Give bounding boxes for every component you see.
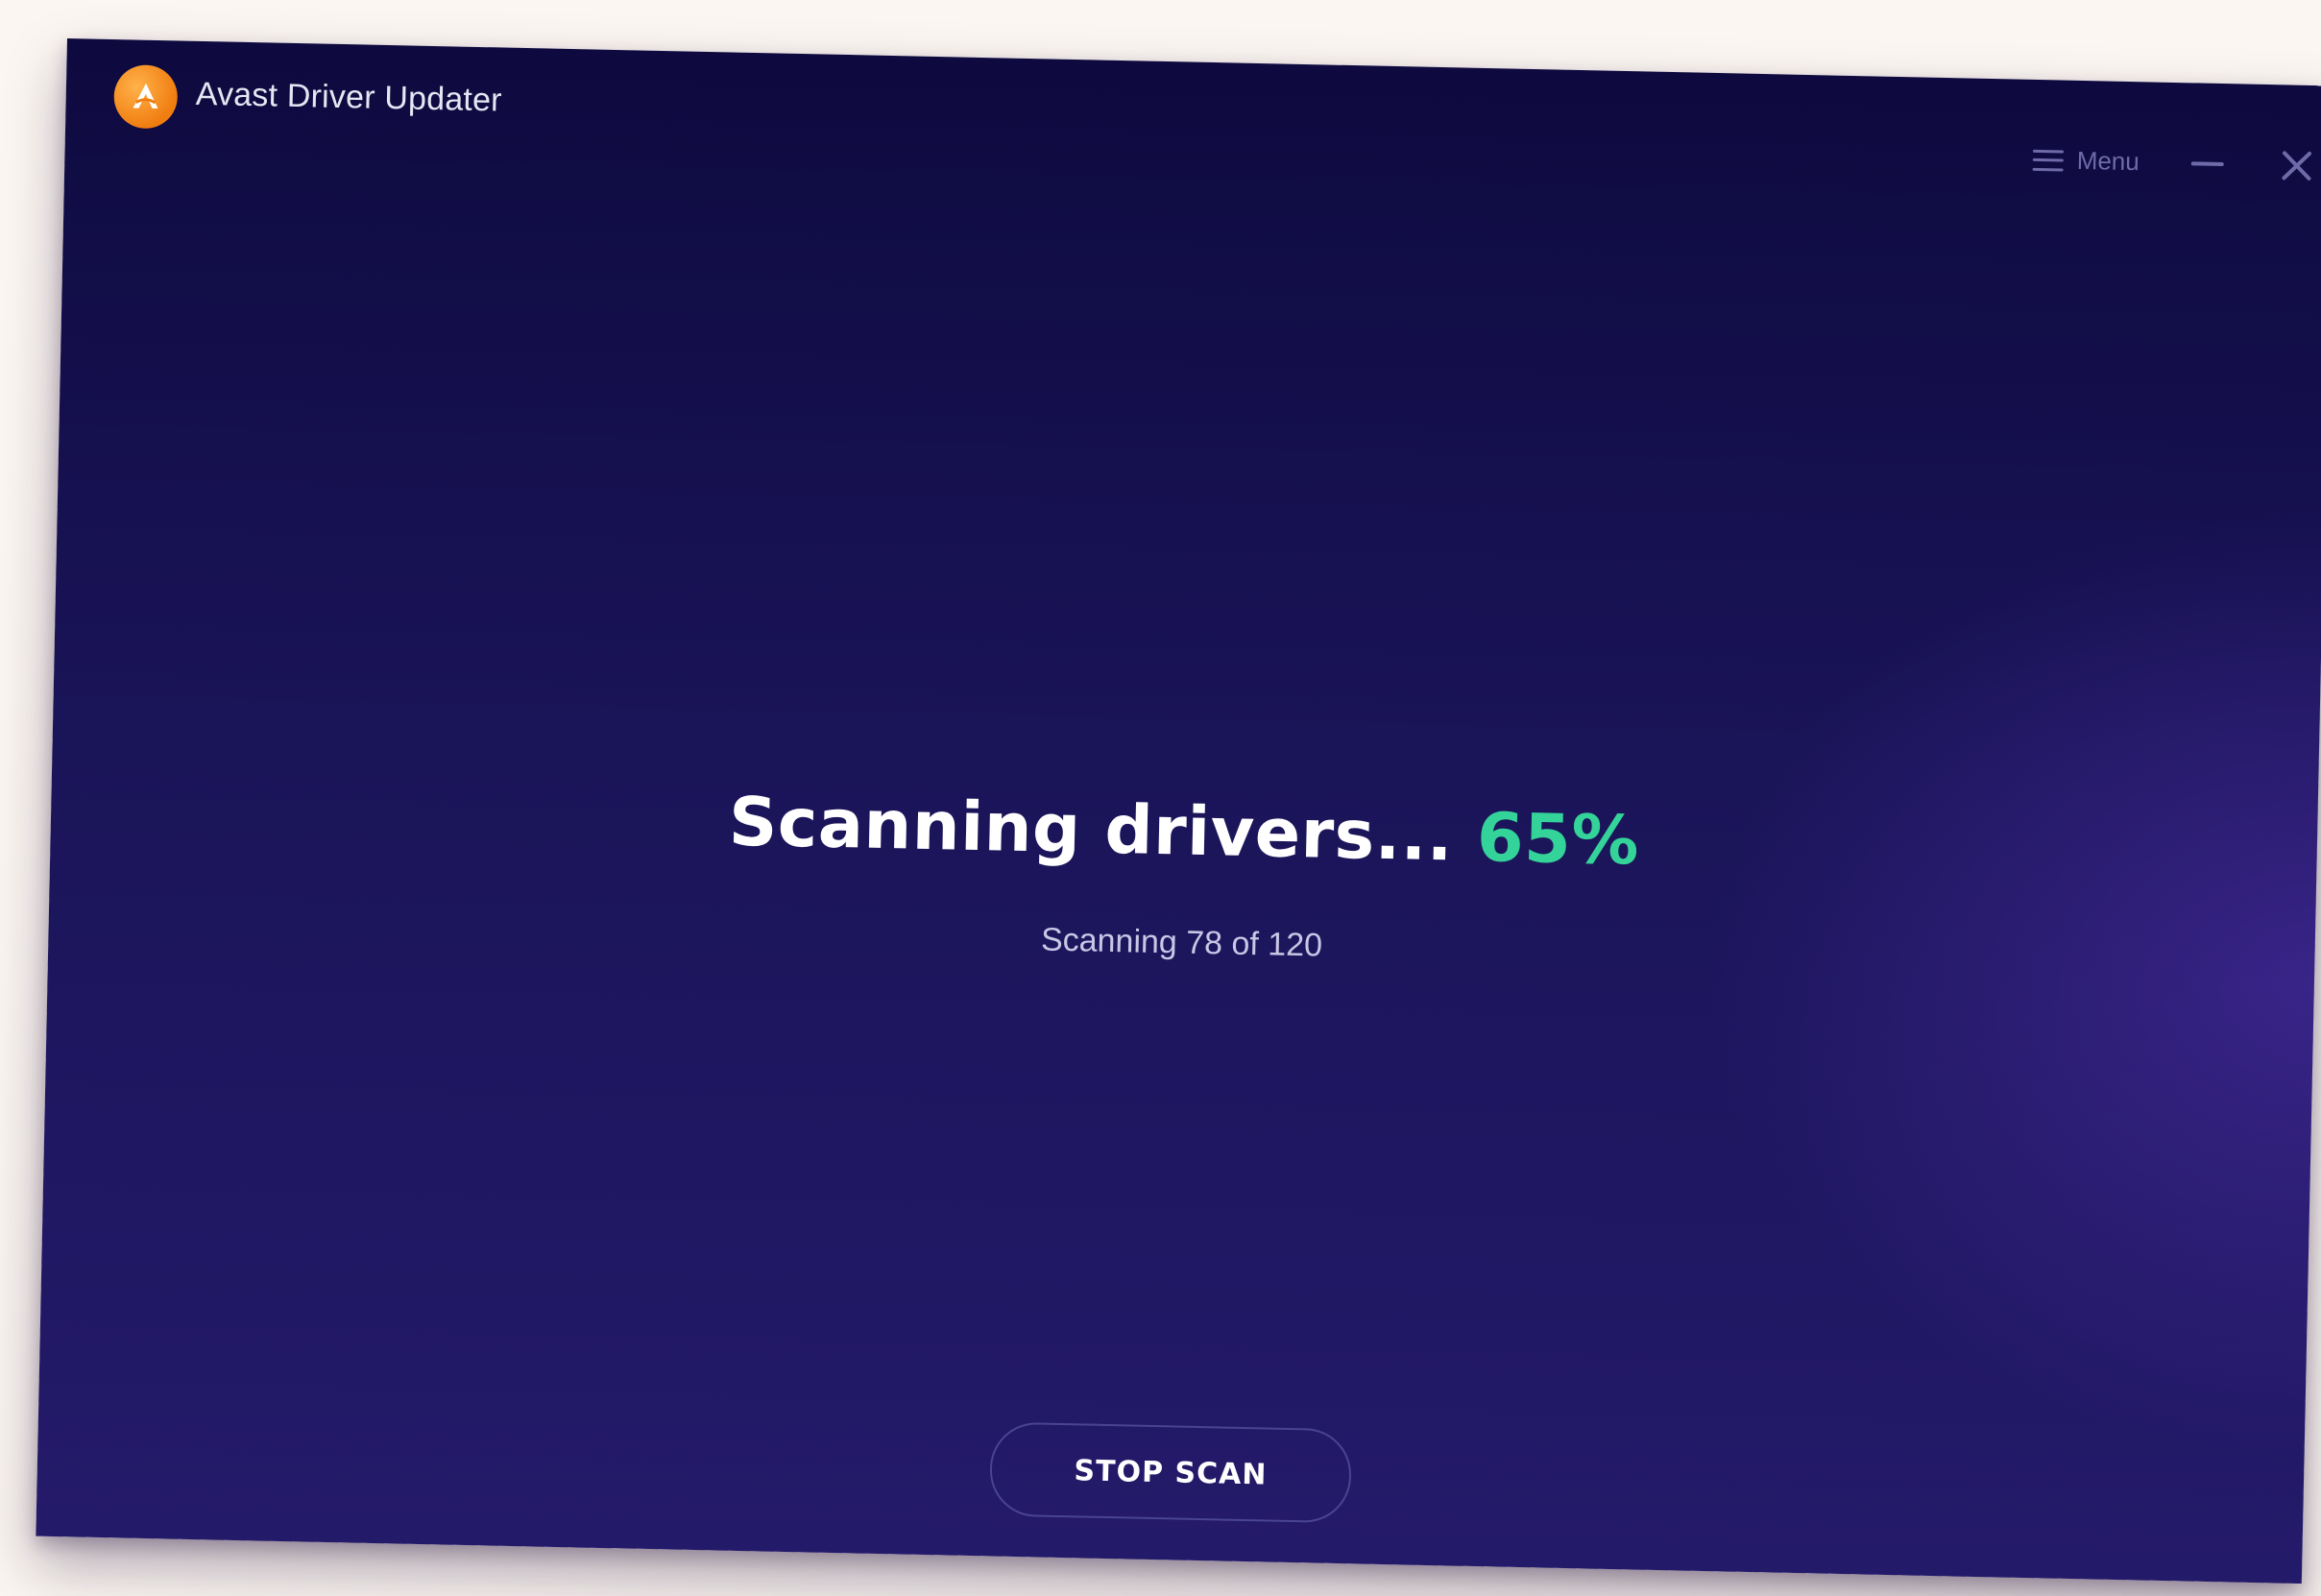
desktop-backdrop: Avast Driver Updater Menu Scanning drive… <box>0 0 2321 1596</box>
menu-label: Menu <box>2076 145 2140 177</box>
minimize-button[interactable] <box>2184 144 2231 183</box>
hamburger-icon <box>2032 149 2064 172</box>
scan-heading: Scanning drivers... 65% <box>50 768 2317 894</box>
menu-button[interactable]: Menu <box>2032 145 2140 177</box>
title-bar: Avast Driver Updater Menu <box>64 38 2321 201</box>
avast-logo-mark <box>133 83 158 109</box>
close-icon <box>2282 151 2312 181</box>
stop-scan-button[interactable]: STOP SCAN <box>988 1421 1352 1524</box>
scan-percent: 65% <box>1476 797 1640 881</box>
app-window: Avast Driver Updater Menu Scanning drive… <box>36 38 2321 1584</box>
scan-progress-count: Scanning 78 of 120 <box>1040 921 1323 964</box>
app-title: Avast Driver Updater <box>195 75 503 119</box>
avast-logo-icon <box>113 64 179 130</box>
scan-heading-text: Scanning drivers... <box>728 782 1454 877</box>
close-button[interactable] <box>2271 140 2321 191</box>
minimize-icon <box>2190 161 2224 167</box>
scan-status-panel: Scanning drivers... 65% Scanning 78 of 1… <box>48 768 2317 985</box>
